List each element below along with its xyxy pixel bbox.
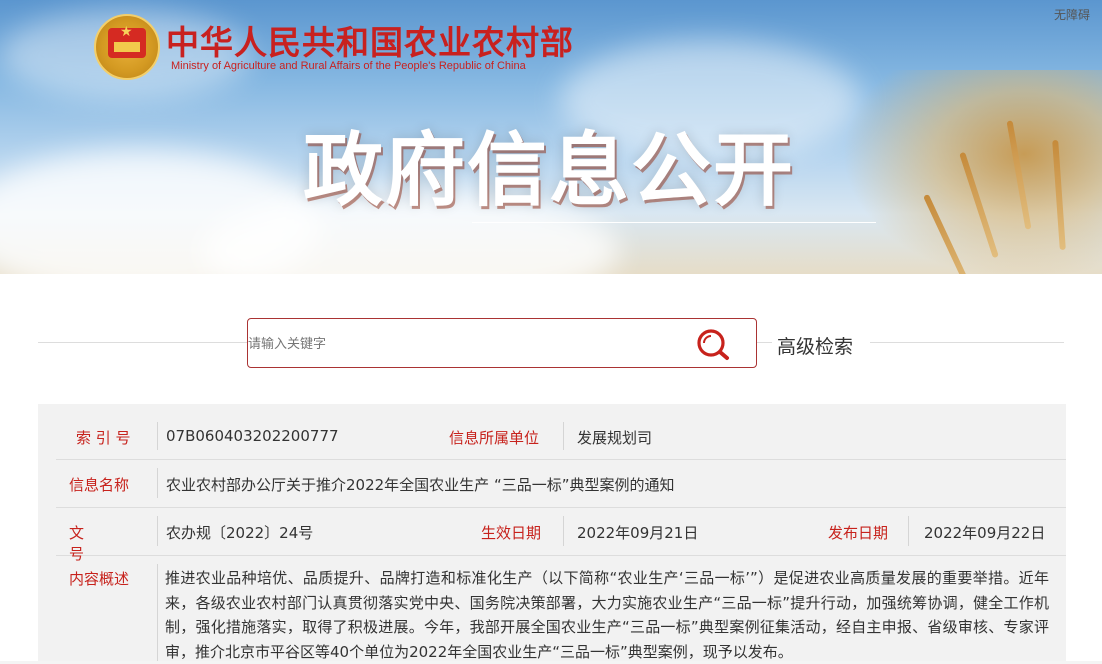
summary-text: 推进农业品种培优、品质提升、品牌打造和标准化生产（以下简称“农业生产‘三品一标’…: [165, 569, 1049, 661]
national-emblem-icon[interactable]: ★: [94, 14, 160, 80]
header-banner: ★ 中华人民共和国农业农村部 Ministry of Agriculture a…: [0, 0, 1102, 274]
advanced-search-link[interactable]: 高级检索: [777, 332, 853, 359]
publish-date-label: 发布日期: [828, 524, 889, 542]
effective-date-label: 生效日期: [481, 524, 542, 542]
doc-label: 文 号: [69, 524, 115, 563]
unit-label: 信息所属单位: [449, 429, 540, 447]
meta-row-name: 信息名称 农业农村部办公厅关于推介2022年全国农业生产 “三品一标”典型案例的…: [56, 460, 1066, 508]
summary-label: 内容概述: [69, 570, 130, 588]
banner-title: 政府信息公开: [303, 124, 795, 217]
index-value: 07B060403202200777: [166, 427, 339, 445]
info-metadata-table: 索 引 号 07B060403202200777 信息所属单位 发展规划司 信息…: [38, 404, 1066, 661]
column-separator: [157, 422, 158, 450]
column-separator: [157, 468, 158, 498]
search-input[interactable]: [248, 331, 680, 357]
search-bar: [247, 318, 757, 368]
meta-row-index: 索 引 号 07B060403202200777 信息所属单位 发展规划司: [56, 414, 1066, 460]
column-separator: [908, 516, 909, 546]
emblem-star: ★: [120, 24, 133, 40]
search-divider-mid: [757, 342, 772, 343]
unit-value: 发展规划司: [577, 429, 653, 447]
emblem-gate: [114, 42, 140, 52]
search-icon[interactable]: [694, 327, 734, 361]
column-separator: [563, 422, 564, 450]
name-label: 信息名称: [69, 476, 130, 494]
column-separator: [157, 564, 158, 661]
search-divider-right: [870, 342, 1064, 343]
publish-date-value: 2022年09月22日: [924, 524, 1046, 542]
site-name-cn[interactable]: 中华人民共和国农业农村部: [166, 16, 574, 64]
effective-date-value: 2022年09月21日: [577, 524, 699, 542]
accessibility-link[interactable]: 无障碍: [1054, 6, 1090, 23]
index-label: 索 引 号: [76, 429, 131, 447]
column-separator: [563, 516, 564, 546]
search-divider-left: [38, 342, 247, 343]
column-separator: [157, 516, 158, 546]
banner-divider: [472, 222, 876, 223]
meta-row-doc: 文 号 农办规〔2022〕24号 生效日期 2022年09月21日 发布日期 2…: [56, 508, 1066, 563]
site-name-en[interactable]: Ministry of Agriculture and Rural Affair…: [171, 60, 526, 72]
name-value: 农业农村部办公厅关于推介2022年全国农业生产 “三品一标”典型案例的通知: [166, 476, 675, 494]
doc-value: 农办规〔2022〕24号: [166, 524, 314, 542]
